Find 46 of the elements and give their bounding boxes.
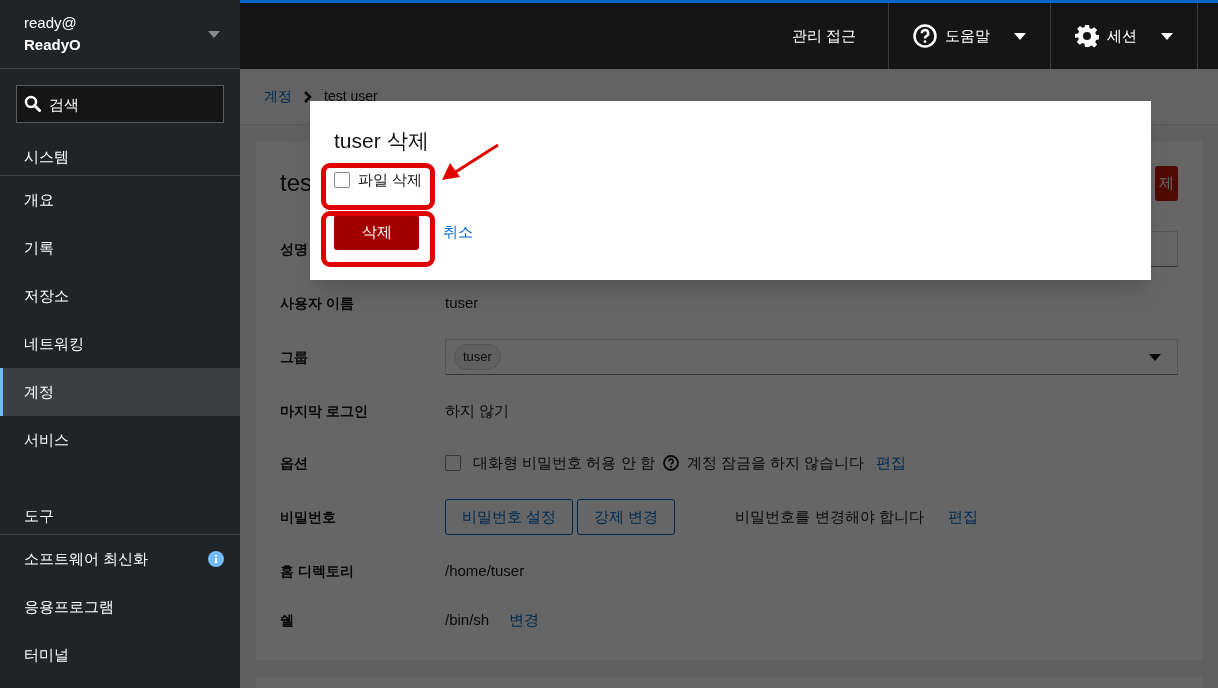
nav-item[interactable]: 네트워킹 bbox=[0, 320, 240, 368]
dialog-title: tuser 삭제 bbox=[334, 128, 430, 154]
cancel-link[interactable]: 취소 bbox=[443, 221, 473, 244]
help-icon bbox=[662, 455, 679, 471]
account-title: tes bbox=[280, 168, 312, 198]
nav-item[interactable]: 계정 bbox=[0, 368, 240, 416]
nav-item[interactable]: 서비스 bbox=[0, 416, 240, 464]
caret-icon bbox=[1161, 32, 1173, 40]
nav-item[interactable]: 응용프로그램 bbox=[0, 583, 240, 631]
caret-icon bbox=[1149, 353, 1161, 361]
nav-item[interactable]: 저장소 bbox=[0, 272, 240, 320]
search-field[interactable]: 검색 bbox=[16, 85, 224, 123]
field-value: tuser bbox=[445, 292, 479, 313]
field-label: 홈 디렉토리 bbox=[280, 561, 355, 581]
field-value: 하지 않기 bbox=[445, 400, 510, 421]
field-value: /bin/sh bbox=[445, 609, 490, 630]
host-name: ReadyO bbox=[24, 35, 81, 55]
search-icon bbox=[24, 95, 41, 112]
field-label: 비밀번호 bbox=[280, 507, 337, 527]
breadcrumb-current: test user bbox=[324, 87, 378, 106]
field-label: 그룹 bbox=[280, 347, 309, 367]
field-label: 마지막 로그인 bbox=[280, 401, 369, 421]
nav-item[interactable]: 기록 bbox=[0, 224, 240, 272]
checkbox[interactable] bbox=[445, 455, 461, 471]
host-user: ready@ bbox=[24, 13, 78, 33]
delete-button[interactable]: 삭제 bbox=[334, 215, 419, 250]
note-text: 비밀번호를 변경해야 합니다 bbox=[735, 506, 924, 527]
field-label: 사용자 이름 bbox=[280, 293, 355, 313]
caret-icon bbox=[208, 30, 220, 38]
checkbox[interactable] bbox=[334, 172, 350, 188]
nav-item[interactable]: 터미널 bbox=[0, 631, 240, 679]
checkbox-label: 파일 삭제 bbox=[358, 169, 423, 190]
group-chip: tuser bbox=[454, 344, 501, 370]
nav-item[interactable]: 개요 bbox=[0, 176, 240, 224]
field-label: 쉘 bbox=[280, 610, 295, 630]
field-label: 옵션 bbox=[280, 453, 309, 473]
field-label: 성명 bbox=[280, 239, 309, 259]
field-value: /home/tuser bbox=[445, 560, 525, 581]
note-text: 계정 잠금을 하지 않습니다 bbox=[686, 452, 865, 473]
help-icon bbox=[913, 24, 937, 48]
chevron-icon bbox=[304, 90, 312, 103]
checkbox-label: 대화형 비밀번호 허용 안 함 bbox=[473, 452, 655, 473]
info-icon bbox=[208, 551, 224, 567]
settings-icon bbox=[1075, 24, 1099, 48]
caret-icon bbox=[1014, 32, 1026, 40]
nav-item[interactable]: 소프트웨어 최신화 bbox=[0, 535, 240, 583]
